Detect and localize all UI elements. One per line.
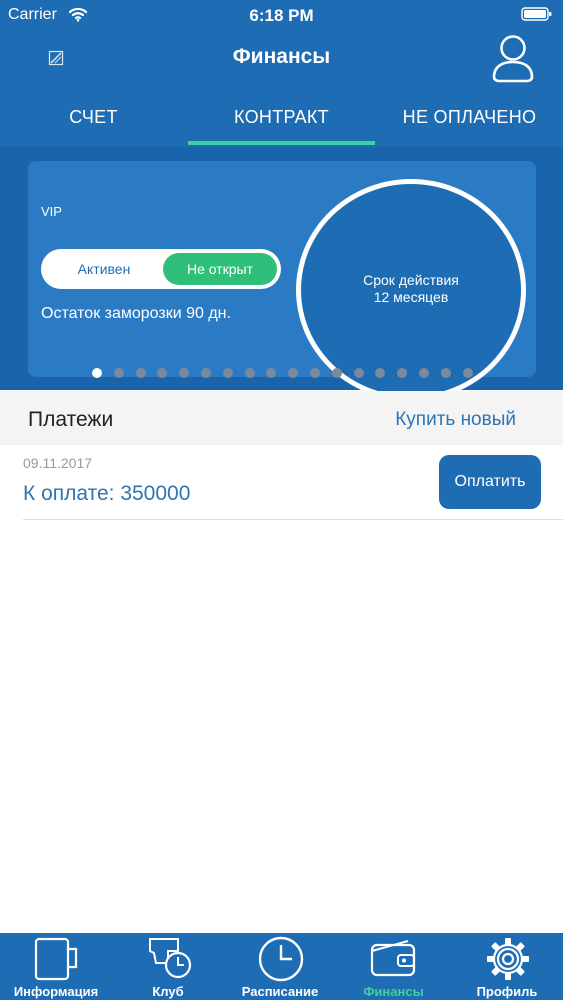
page-dot[interactable] (462, 368, 473, 378)
tab-selection-indicator (188, 141, 375, 145)
wallet-icon (368, 935, 420, 988)
page-dot[interactable] (266, 368, 277, 378)
contract-carousel[interactable]: VIP Активен Не открыт Остаток заморозки … (0, 147, 563, 401)
page-dot[interactable] (179, 368, 190, 378)
page-dot[interactable] (397, 368, 408, 378)
buy-new-link[interactable]: Купить новый (395, 409, 516, 431)
tab-bar-item-club[interactable]: Клуб (112, 933, 224, 1000)
page-dot[interactable] (440, 368, 451, 378)
mug-icon (30, 935, 82, 988)
payments-title: Платежи (28, 408, 114, 431)
page-dot[interactable] (353, 368, 364, 378)
page-dot[interactable] (135, 368, 146, 378)
contract-status-toggle: Активен Не открыт (41, 249, 281, 289)
page-dot[interactable] (375, 368, 386, 378)
pay-button[interactable]: Оплатить (439, 455, 541, 509)
validity-title: Срок действия (363, 272, 459, 288)
page-title: Финансы (232, 45, 331, 68)
header: Carrier 6:18 PM Финансы СЧЕТ КОНТРАКТ НЕ… (0, 0, 563, 147)
page-dot[interactable] (288, 368, 299, 378)
finance-screen: Carrier 6:18 PM Финансы СЧЕТ КОНТРАКТ НЕ… (0, 0, 563, 1000)
tab-bar-item-profile[interactable]: Профиль (451, 933, 563, 1000)
clock-icon (256, 935, 306, 988)
tab-bar-label: Профиль (476, 984, 538, 999)
status-active-label: Активен (77, 261, 131, 277)
segment-tabs: СЧЕТ КОНТРАКТ НЕ ОПЛАЧЕНО (0, 97, 563, 147)
user-icon[interactable] (491, 33, 535, 83)
tab-bar-item-schedule[interactable]: Расписание (224, 933, 336, 1000)
page-dot[interactable] (244, 368, 255, 378)
tab-bar: Информация Клуб Расписание Финансы Профи… (0, 933, 563, 1000)
validity-text: Срок действия 12 месяцев (301, 272, 521, 306)
tab-account[interactable]: СЧЕТ (0, 97, 187, 147)
tab-bar-label: Информация (13, 984, 99, 999)
page-dot[interactable] (201, 368, 211, 378)
freeze-remaining: Остаток заморозки 90 дн. (41, 305, 231, 322)
tab-bar-label: Финансы (363, 984, 424, 999)
battery-icon (521, 6, 553, 22)
tab-unpaid[interactable]: НЕ ОПЛАЧЕНО (376, 97, 563, 147)
payment-amount: К оплате: 350000 (23, 482, 191, 505)
tab-bar-item-info[interactable]: Информация (0, 933, 112, 1000)
payment-date: 09.11.2017 (23, 455, 93, 471)
status-not-opened-label: Не открыт (163, 253, 277, 285)
contract-type: VIP (41, 204, 62, 219)
page-dot[interactable] (222, 368, 233, 378)
clock-time: 6:18 PM (249, 6, 314, 25)
page-dot[interactable] (331, 368, 342, 378)
row-divider (23, 519, 563, 520)
tab-bar-item-finance[interactable]: Финансы (336, 933, 451, 1000)
page-dot[interactable] (92, 368, 102, 378)
contract-card[interactable]: VIP Активен Не открыт Остаток заморозки … (28, 161, 536, 401)
page-indicator[interactable] (92, 368, 482, 378)
club-clock-icon (144, 935, 194, 988)
page-dot[interactable] (113, 368, 124, 378)
validity-duration: 12 месяцев (373, 289, 449, 305)
tab-contract[interactable]: КОНТРАКТ (188, 97, 375, 147)
tab-bar-label: Клуб (152, 984, 184, 999)
payment-row: 09.11.2017 К оплате: 350000 Оплатить (0, 445, 563, 520)
page-dot[interactable] (310, 368, 320, 378)
nav-bar: Финансы (0, 30, 563, 88)
gear-icon (483, 935, 533, 988)
status-bar: Carrier 6:18 PM (0, 0, 563, 30)
page-dot[interactable] (157, 368, 168, 378)
page-dot[interactable] (419, 368, 429, 378)
tab-bar-label: Расписание (241, 984, 319, 999)
payments-header: Платежи Купить новый (0, 391, 563, 445)
